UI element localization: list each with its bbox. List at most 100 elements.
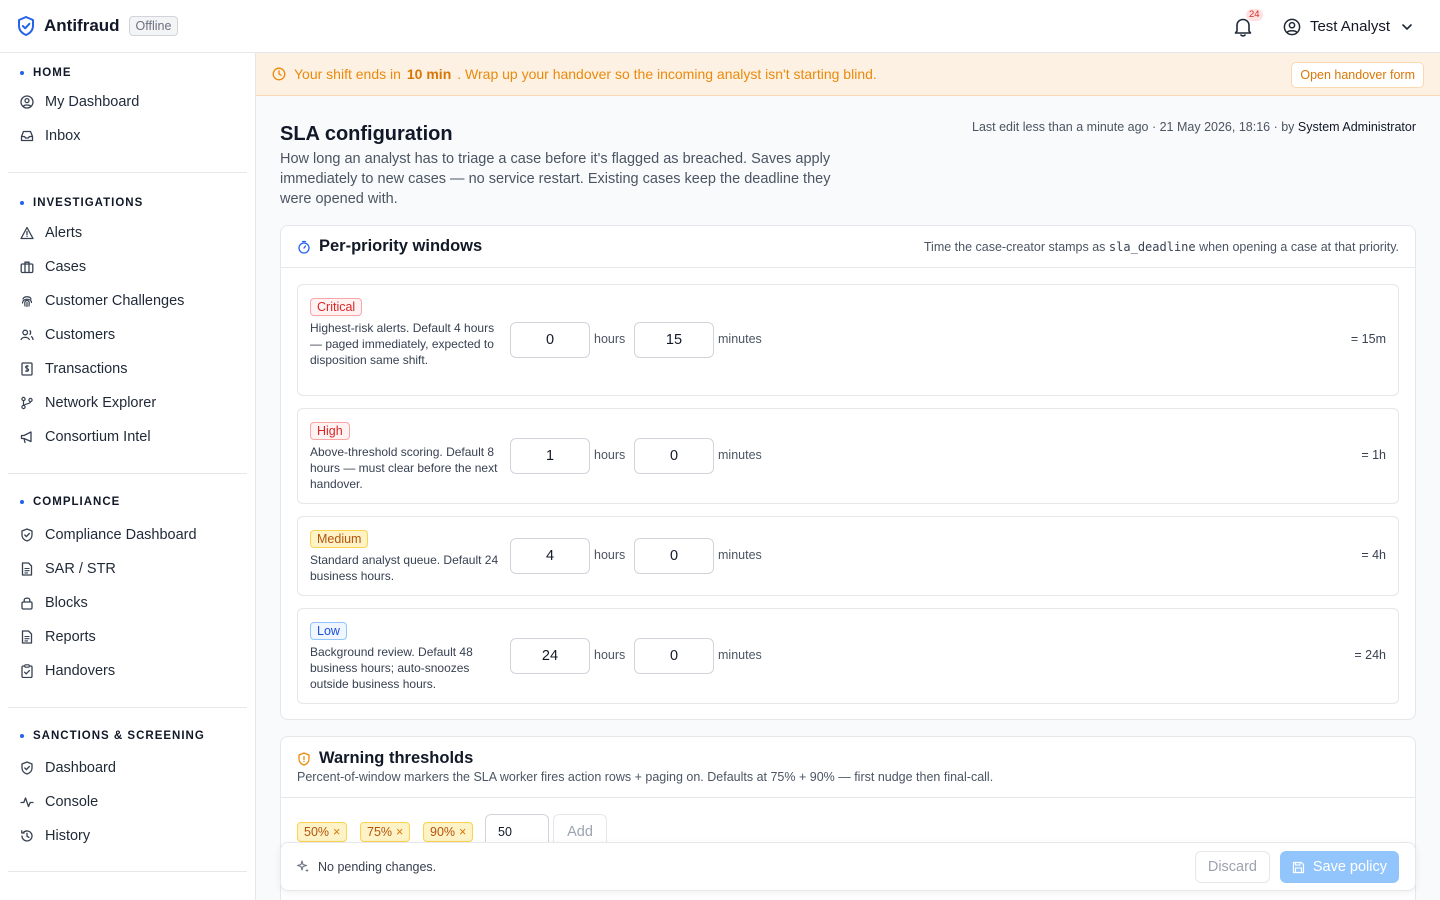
open-handover-form-button[interactable]: Open handover form [1291,62,1424,88]
sidebar-item-console[interactable]: Console [20,785,255,819]
priority-row-medium: Medium Standard analyst queue. Default 2… [297,516,1399,596]
remove-chip-icon[interactable]: × [459,825,466,839]
priority-badge-critical: Critical [310,298,363,316]
sidebar-item-label: Consortium Intel [45,429,151,445]
shift-banner: Your shift ends in 10 min . Wrap up your h… [256,53,1440,96]
remove-chip-icon[interactable]: × [396,825,403,839]
threshold-chip[interactable]: 90% × [423,822,474,842]
banner-time: 10 min [406,66,452,82]
critical-minutes-input[interactable]: 15 [634,322,714,358]
last-edit-text: Last edit less than a minute ago · 21 Ma… [972,120,1295,134]
sidebar-item-compliance-dashboard[interactable]: Compliance Dashboard [20,518,255,552]
low-minutes-input[interactable]: 0 [634,638,714,674]
threshold-chip[interactable]: 50% × [297,822,348,842]
discard-button[interactable]: Discard [1194,851,1270,883]
sidebar-item-network-explorer[interactable]: Network Explorer [20,386,255,420]
card-note: Time the case-creator stamps as sla_dead… [924,240,1399,254]
sidebar-item-inbox[interactable]: Inbox [20,119,255,153]
banner-message: Your shift ends in 10 min . Wrap up your h… [294,66,877,82]
sidebar-item-transactions[interactable]: Transactions [20,352,255,386]
hours-label: hours [594,648,626,662]
chip-label: 50% [304,825,330,839]
sidebar-item-sanctions-dashboard[interactable]: Dashboard [20,751,255,785]
chip-label: 90% [430,825,456,839]
per-priority-windows-card: Per-priority windows Time the case-creat… [280,225,1416,720]
card-title: Per-priority windows [319,237,483,255]
minutes-label: minutes [718,448,762,462]
notification-count-badge: 24 [1245,8,1263,21]
note-text: when opening a case at that priority. [1199,239,1399,254]
action-bar: No pending changes. Discard Save policy [280,842,1416,891]
sidebar-item-handovers[interactable]: Handovers [20,654,255,688]
file-text-icon [21,630,33,644]
sidebar-item-label: Handovers [45,663,116,679]
shield-check-icon [21,528,33,542]
sidebar-item-customers[interactable]: Customers [20,318,255,352]
sidebar-item-label: History [45,828,91,844]
sidebar-item-sar-str[interactable]: SAR / STR [20,552,255,586]
sidebar-item-label: Network Explorer [45,395,157,411]
priority-description: Above-threshold scoring. Default 8 hours… [310,445,498,491]
low-hours-input[interactable]: 24 [510,638,590,674]
lock-icon [21,597,33,610]
page-title: SLA configuration [280,123,453,145]
sidebar-item-label: Customer Challenges [45,293,185,309]
chip-label: 75% [367,825,393,839]
user-circle-icon [1283,18,1301,35]
priority-row-critical: Critical Highest-risk alerts. Default 4 … [297,284,1399,396]
high-minutes-input[interactable]: 0 [634,438,714,474]
sidebar-item-label: Blocks [45,595,88,611]
app-title: Antifraud [44,16,120,35]
megaphone-icon [20,431,32,444]
sidebar-divider [8,871,247,872]
priority-description: Standard analyst queue. Default 24 busin… [310,553,499,583]
card-description: Percent-of-window markers the SLA worker… [297,770,994,784]
section-heading: COMPLIANCE [33,496,121,508]
sidebar-item-label: SAR / STR [45,561,116,577]
user-name: Test Analyst [1309,18,1390,35]
briefcase-icon [20,261,34,274]
card-title: Warning thresholds [319,749,474,767]
history-icon [21,830,33,842]
section-heading: INVESTIGATIONS [33,197,144,209]
sidebar-section-home: HOME [20,63,255,83]
sparkles-icon [297,860,309,873]
sidebar-item-customer-challenges[interactable]: Customer Challenges [20,284,255,318]
save-policy-button[interactable]: Save policy [1279,851,1399,883]
banner-text-prefix: Your shift ends in [294,66,401,82]
remove-chip-icon[interactable]: × [333,825,340,839]
notifications-button[interactable]: 24 [1233,8,1263,38]
top-bar: Antifraud Offline 24 Test Analyst [0,0,1440,53]
shield-alert-icon [298,751,310,766]
sidebar-item-label: My Dashboard [45,94,140,110]
sidebar-item-label: Console [45,794,99,810]
sidebar-item-alerts[interactable]: Alerts [20,216,255,250]
critical-hours-input[interactable]: 0 [510,322,590,358]
medium-minutes-input[interactable]: 0 [634,538,714,574]
clock-icon [272,67,286,81]
sidebar-item-reports[interactable]: Reports [20,620,255,654]
brand[interactable]: Antifraud Offline [17,16,179,36]
high-hours-input[interactable]: 1 [510,438,590,474]
medium-hours-input[interactable]: 4 [510,538,590,574]
sidebar-item-cases[interactable]: Cases [20,250,255,284]
sidebar-item-label: Dashboard [45,760,116,776]
sidebar-item-my-dashboard[interactable]: My Dashboard [20,85,255,119]
save-icon [1292,861,1304,873]
shield-check-icon [18,16,34,36]
priority-total: = 1h [1361,448,1386,462]
users-icon [20,329,34,341]
sidebar-item-label: Compliance Dashboard [45,527,197,543]
priority-row-high: High Above-threshold scoring. Default 8 … [297,408,1399,504]
user-menu[interactable]: Test Analyst [1283,18,1412,36]
hours-label: hours [594,548,626,562]
threshold-chip[interactable]: 75% × [360,822,411,842]
sidebar-item-consortium-intel[interactable]: Consortium Intel [20,420,255,454]
note-text: Time the case-creator stamps as [923,239,1106,254]
priority-badge-low: Low [310,622,347,640]
sidebar-item-history[interactable]: History [20,819,255,853]
last-edit-info: Last edit less than a minute ago · 21 Ma… [972,120,1416,134]
timer-icon [298,240,310,254]
sidebar-item-blocks[interactable]: Blocks [20,586,255,620]
sidebar-section-investigations: INVESTIGATIONS [20,193,255,213]
